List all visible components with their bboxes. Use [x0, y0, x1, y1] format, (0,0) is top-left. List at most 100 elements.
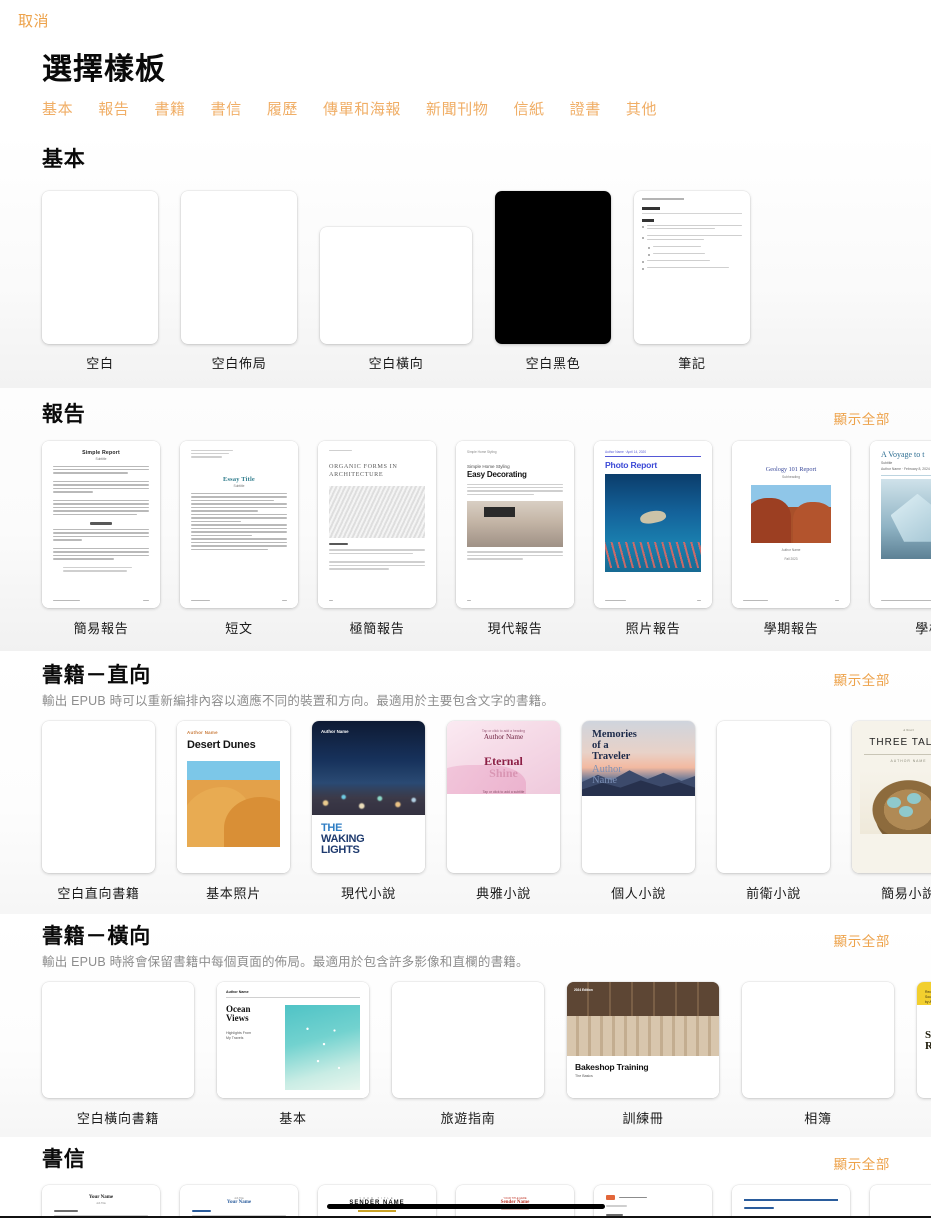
- tab-reports[interactable]: 報告: [98, 98, 129, 119]
- template-card[interactable]: A SHATTER IN THE DARK AUTHOR NAME 前衛小說: [717, 720, 830, 902]
- tab-certificates[interactable]: 證書: [570, 98, 601, 119]
- thumb-desert-dunes[interactable]: Author Name Desert Dunes: [177, 720, 290, 873]
- tab-flyers-posters[interactable]: 傳單和海報: [323, 98, 401, 119]
- thumb-simple-report[interactable]: Simple Report Subtitle: [42, 440, 160, 608]
- section-basic: 基本 空白 空白佈局 空白橫向 空白黑色 筆記: [0, 133, 931, 389]
- cover-title: Geology 101 Report: [765, 465, 817, 473]
- thumb-voyage[interactable]: A Voyage to t Subtitle Author Name · Feb…: [870, 440, 931, 608]
- template-card[interactable]: Simple Home Styling Simple Home Styling …: [456, 440, 574, 637]
- cover-subtitle-line2: My Travels: [226, 1035, 244, 1040]
- tab-books[interactable]: 書籍: [154, 98, 185, 119]
- thumb-minimal-report[interactable]: ORGANIC FORMS IN ARCHITECTURE: [318, 440, 436, 608]
- template-card[interactable]: Recipes Soups by Author St Ra: [917, 982, 931, 1098]
- cover-title-line3: LIGHTS: [321, 844, 360, 857]
- cancel-button[interactable]: 取消: [18, 10, 49, 31]
- thumb-eternal-shine[interactable]: Tap or click to add a heading Author Nam…: [447, 720, 560, 873]
- thumb-exploring-wildlife[interactable]: Author Name Exploring Wildlife: [392, 982, 544, 1098]
- thumb-blank-layout[interactable]: [181, 191, 297, 345]
- thumb-letter-plain[interactable]: [870, 1185, 931, 1218]
- template-card[interactable]: Author Name Desert Dunes 基本照片: [177, 720, 290, 902]
- thumb-blank-portrait[interactable]: [42, 191, 158, 345]
- cover-author: Author Name: [226, 990, 249, 994]
- thumb-modern-report[interactable]: Simple Home Styling Simple Home Styling …: [456, 440, 574, 608]
- show-all-link-reports[interactable]: 顯示全部: [834, 408, 890, 428]
- thumb-note[interactable]: [634, 191, 750, 345]
- show-all-link-letters[interactable]: 顯示全部: [834, 1153, 890, 1173]
- template-card[interactable]: Author Name Ocean Views Highlights From …: [217, 982, 369, 1127]
- template-card[interactable]: Geology 101 Report Subheading Author Nam…: [732, 440, 850, 637]
- thumb-blank-black[interactable]: [495, 191, 611, 345]
- tab-newsletters[interactable]: 新聞刊物: [426, 98, 488, 119]
- template-card[interactable]: Author Name Exploring Wildlife 旅遊指南: [392, 982, 544, 1127]
- template-card[interactable]: Job Title Your Name: [180, 1185, 298, 1218]
- section-books-vertical-header: 書籍－直向 輸出 EPUB 時可以重新編排內容以適應不同的裝置和方向。最適用於主…: [0, 663, 931, 709]
- section-description: 輸出 EPUB 時可以重新編排內容以適應不同的裝置和方向。最適用於主要包含文字的…: [42, 693, 555, 708]
- thumb-recipe-partial[interactable]: Recipes Soups by Author St Ra: [917, 982, 931, 1098]
- cover-subtitle: Author Name · April 14, 2020: [605, 449, 647, 454]
- template-card[interactable]: ORGANIC FORMS IN ARCHITECTURE 極簡報告: [318, 440, 436, 637]
- template-card[interactable]: SHAPES & ANGLES ARCHITECTURAL PHOTOGRAPH…: [742, 982, 894, 1127]
- template-card[interactable]: Author Name · April 14, 2020 Photo Repor…: [594, 440, 712, 637]
- thumb-letter-modern[interactable]: [732, 1185, 850, 1218]
- template-card[interactable]: 空白黑色: [495, 191, 611, 372]
- thumb-blank-landscape[interactable]: [320, 227, 472, 345]
- template-card[interactable]: Tap or click to add a heading Author Nam…: [447, 720, 560, 902]
- tab-stationery[interactable]: 信紙: [513, 98, 544, 119]
- thumb-photo-report[interactable]: Author Name · April 14, 2020 Photo Repor…: [594, 440, 712, 608]
- template-card[interactable]: [870, 1185, 931, 1218]
- show-all-link-books-vertical[interactable]: 顯示全部: [834, 669, 890, 689]
- tab-letters[interactable]: 書信: [211, 98, 242, 119]
- thumb-waking-lights[interactable]: Author Name THE WAKING LIGHTS: [312, 720, 425, 873]
- template-card[interactable]: Simple Report Subtitle 簡易報告: [42, 440, 160, 637]
- cover-title-line3: Traveler: [592, 750, 631, 762]
- thumb-three-tales[interactable]: A Novel THREE TALES AUTHOR NAME: [852, 720, 931, 873]
- cover-kicker: Simple Home Styling: [467, 449, 497, 454]
- template-card[interactable]: 空白佈局: [181, 191, 297, 372]
- home-indicator[interactable]: [326, 1204, 605, 1209]
- show-all-link-books-horizontal[interactable]: 顯示全部: [834, 930, 890, 950]
- template-caption: 照片報告: [625, 620, 681, 636]
- thumb-shatter-in-the-dark[interactable]: A SHATTER IN THE DARK AUTHOR NAME: [717, 720, 830, 873]
- cover-title: THREE TALES: [869, 736, 931, 748]
- template-card[interactable]: A Voyage to t Subtitle Author Name · Feb…: [870, 440, 931, 637]
- thumb-letter-blue[interactable]: Job Title Your Name: [180, 1185, 298, 1218]
- thumb-essay[interactable]: Essay Title Subtitle: [180, 440, 298, 608]
- cover-title-line2: of a: [592, 739, 609, 751]
- thumb-term-paper[interactable]: Geology 101 Report Subheading Author Nam…: [732, 440, 850, 608]
- thumb-shapes-angles[interactable]: SHAPES & ANGLES ARCHITECTURAL PHOTOGRAPH…: [742, 982, 894, 1098]
- template-caption: 空白橫向書籍: [76, 1111, 160, 1126]
- thumb-ocean-views[interactable]: Author Name Ocean Views Highlights From …: [217, 982, 369, 1098]
- template-card[interactable]: 空白橫向: [320, 191, 472, 372]
- tab-resume[interactable]: 履歷: [267, 98, 298, 119]
- template-card[interactable]: Your Name Job Title: [42, 1185, 160, 1218]
- template-card[interactable]: 空白: [42, 191, 158, 372]
- template-card[interactable]: [594, 1185, 712, 1218]
- thumb-blank-book-horizontal[interactable]: [42, 982, 194, 1098]
- template-card[interactable]: Memories of a Traveler Author Name 個人小說: [582, 720, 695, 902]
- cover-author: AUTHOR NAME: [890, 759, 927, 764]
- template-card[interactable]: 空白橫向書籍: [42, 982, 194, 1127]
- template-card[interactable]: Author Name THE WAKING LIGHTS 現代小說: [312, 720, 425, 902]
- cover-author-line2: Name: [592, 775, 618, 787]
- thumb-letter-resume[interactable]: [594, 1185, 712, 1218]
- template-card[interactable]: 筆記: [634, 191, 750, 372]
- thumb-letter-red[interactable]: YOUR TITLE HERE Sender Name: [456, 1185, 574, 1218]
- tab-basic[interactable]: 基本: [42, 98, 73, 119]
- template-card[interactable]: [732, 1185, 850, 1218]
- tab-other[interactable]: 其他: [626, 98, 657, 119]
- template-card[interactable]: 空白直向書籍: [42, 720, 155, 902]
- cover-title: Photo Report: [605, 459, 658, 470]
- template-card[interactable]: 2024 Edition Bakeshop Training The Basic…: [567, 982, 719, 1127]
- cover-title-line2: Shine: [489, 766, 518, 781]
- thumb-letter-classic[interactable]: Your Name Job Title: [42, 1185, 160, 1218]
- template-card[interactable]: YOUR TITLE HERE Sender Name: [456, 1185, 574, 1218]
- thumb-blank-book-vertical[interactable]: [42, 720, 155, 873]
- template-card[interactable]: Essay Title Subtitle 短文: [180, 440, 298, 637]
- thumb-bakeshop-training[interactable]: 2024 Edition Bakeshop Training The Basic…: [567, 982, 719, 1098]
- thumb-memories-traveler[interactable]: Memories of a Traveler Author Name: [582, 720, 695, 873]
- template-card[interactable]: YOUR TITLE SENDER NAME: [318, 1185, 436, 1218]
- cover-title: ORGANIC FORMS IN ARCHITECTURE: [329, 462, 398, 479]
- thumb-letter-sender[interactable]: YOUR TITLE SENDER NAME: [318, 1185, 436, 1218]
- template-card[interactable]: A Novel THREE TALES AUTHOR NAME 簡易小說: [852, 720, 931, 902]
- section-reports-items: Simple Report Subtitle 簡易報告 Essay Title …: [0, 440, 931, 637]
